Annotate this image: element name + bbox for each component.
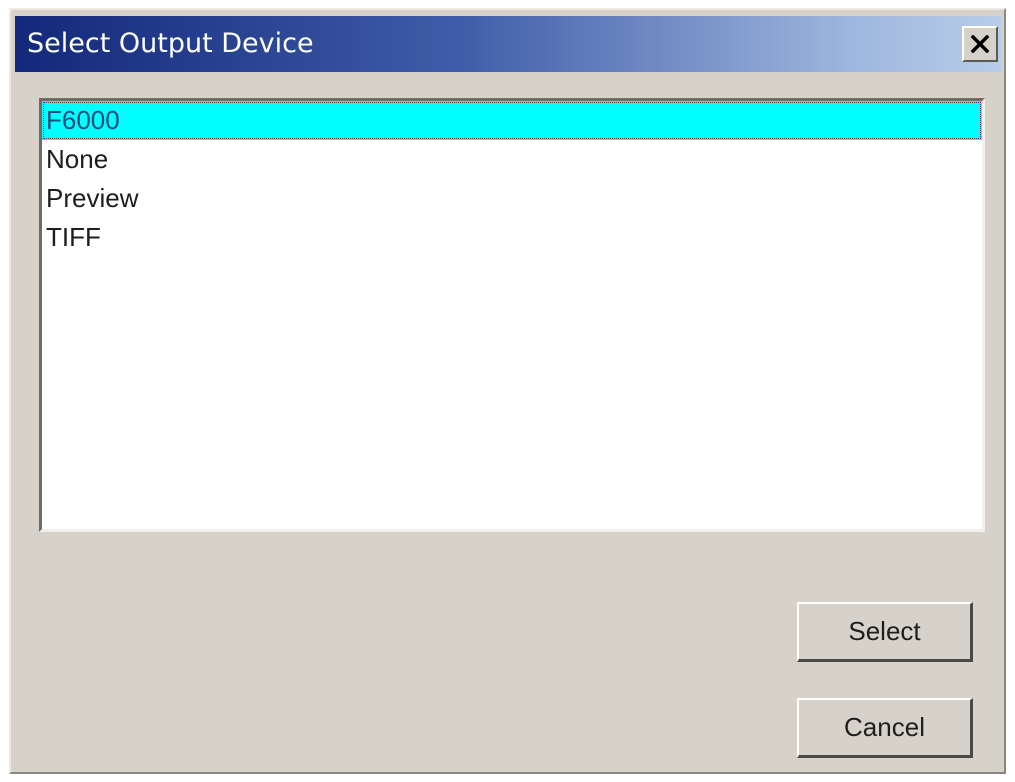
title-bar[interactable]: Select Output Device bbox=[15, 16, 1002, 72]
list-item-label: F6000 bbox=[46, 105, 120, 135]
output-device-list[interactable]: F6000 None Preview TIFF bbox=[39, 98, 985, 532]
close-button[interactable] bbox=[962, 26, 998, 62]
list-item-label: TIFF bbox=[46, 222, 101, 252]
cancel-button[interactable]: Cancel bbox=[797, 698, 973, 758]
list-item-tiff[interactable]: TIFF bbox=[42, 218, 982, 257]
list-item-label: Preview bbox=[46, 183, 139, 213]
list-item-f6000[interactable]: F6000 bbox=[42, 101, 982, 140]
select-button[interactable]: Select bbox=[797, 602, 973, 662]
close-icon bbox=[971, 35, 989, 53]
list-item-label: None bbox=[46, 144, 109, 174]
list-item-preview[interactable]: Preview bbox=[42, 179, 982, 218]
select-output-device-dialog: Select Output Device F6000 None Preview … bbox=[9, 8, 1006, 774]
list-item-none[interactable]: None bbox=[42, 140, 982, 179]
dialog-title: Select Output Device bbox=[27, 28, 314, 59]
